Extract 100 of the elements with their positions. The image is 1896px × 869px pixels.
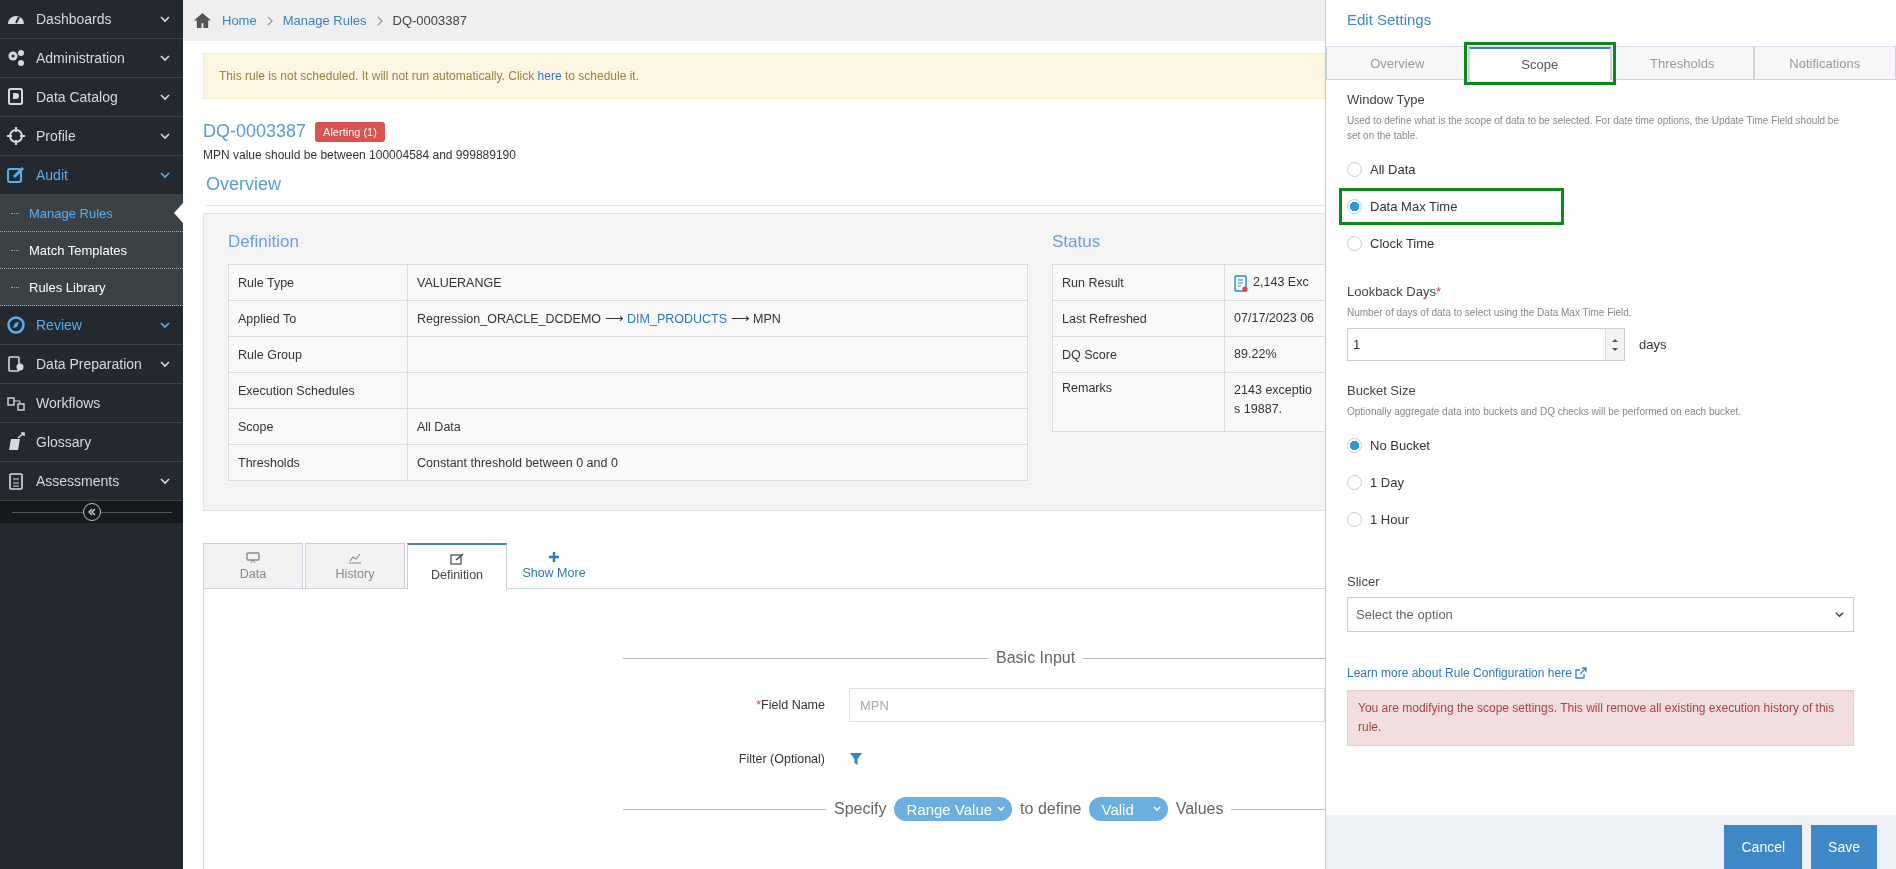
section-description: Used to define what is the scope of data to be selected. For date time options, the Update Time Field should be set on the table. xyxy=(1347,114,1840,143)
table-cell: Rule Type xyxy=(228,264,408,301)
tab[interactable]: Definition xyxy=(407,543,507,590)
panel-title: Edit Settings xyxy=(1347,11,1433,30)
submenu-item[interactable]: Manage Rules xyxy=(0,195,183,232)
gears-icon xyxy=(6,48,26,68)
document-gear-icon xyxy=(6,354,26,374)
table-cell: Execution Schedules xyxy=(228,372,408,409)
table-cell-text: 2143 exceptio s 19887. xyxy=(1234,382,1312,418)
radio-option[interactable]: 1 Day xyxy=(1347,467,1408,498)
clipboard-icon xyxy=(6,471,26,491)
table-cell: Applied To xyxy=(228,300,408,337)
table-cell: Constant threshold between 0 and 0 xyxy=(407,444,1028,481)
table-cell: DQ Score xyxy=(1052,336,1225,373)
plus-icon xyxy=(547,551,561,563)
nav-item[interactable]: Profile xyxy=(0,117,183,156)
edit-icon xyxy=(450,553,464,565)
specify-label: to define xyxy=(1020,800,1082,818)
table-cell: Remarks xyxy=(1052,372,1225,432)
book-arrow-icon xyxy=(6,432,26,452)
help-link[interactable]: Learn more about Rule Configuration here xyxy=(1347,666,1572,680)
warning-message: You are modifying the scope settings. This will remove all existing execution history of this rule. xyxy=(1347,690,1854,747)
data-icon xyxy=(246,551,260,564)
chevron-icon xyxy=(159,130,171,142)
nav-item[interactable]: Glossary xyxy=(0,423,183,462)
table-cell-text: 89.22% xyxy=(1234,346,1277,364)
save-button[interactable]: Save xyxy=(1811,825,1877,869)
rule-description: MPN value should be between 100004584 and 999889190 xyxy=(203,148,517,162)
alerting-badge: Alerting (1) xyxy=(315,121,385,142)
status-heading: Status xyxy=(1052,232,1102,252)
nav-item[interactable]: Review xyxy=(0,306,183,345)
table-cell: Regression_ORACLE_DCDEMO ⟶ DIM_PRODUCTS ⟶ MPN xyxy=(407,300,1028,337)
chevron-icon xyxy=(266,15,273,26)
chevron-icon xyxy=(376,15,383,26)
section-heading: Overview xyxy=(206,174,1325,206)
book-icon xyxy=(6,87,26,107)
table-link[interactable]: DIM_PRODUCTS xyxy=(627,312,728,326)
definition-heading: Definition xyxy=(228,232,300,252)
breadcrumb-link[interactable]: Home xyxy=(222,13,257,28)
radio-option[interactable]: Data Max Time xyxy=(1347,191,1462,222)
schedule-link[interactable]: here xyxy=(537,69,562,83)
breadcrumb-link[interactable]: Manage Rules xyxy=(282,13,367,28)
rule-id: DQ-0003387 xyxy=(203,121,307,142)
section-label: Bucket Size xyxy=(1347,383,1417,398)
table-cell: Scope xyxy=(228,408,408,445)
chevron-icon xyxy=(159,475,171,487)
table-cell: Last Refreshed xyxy=(1052,300,1225,337)
chevron-icon xyxy=(1151,804,1162,814)
table-cell: All Data xyxy=(407,408,1028,445)
specify-label: Values xyxy=(1175,800,1224,818)
chevron-icon xyxy=(159,169,171,181)
radio-option[interactable]: No Bucket xyxy=(1347,430,1434,461)
slicer-dropdown[interactable]: Select the option xyxy=(1347,597,1854,632)
lookback-days-input[interactable]: 1 xyxy=(1347,328,1625,361)
nav-item[interactable]: Workflows xyxy=(0,384,183,423)
table-cell: Rule Group xyxy=(228,336,408,373)
edit-icon xyxy=(6,165,26,185)
crosshair-icon xyxy=(6,126,26,146)
table-cell: Thresholds xyxy=(228,444,408,481)
external-link-icon xyxy=(1574,667,1587,679)
chevron-icon xyxy=(159,358,171,370)
collapse-sidebar-button[interactable] xyxy=(82,503,101,521)
section-legend: Basic Input xyxy=(996,649,1076,667)
chevron-icon xyxy=(1834,609,1845,620)
field-label: Filter (Optional) xyxy=(737,752,826,766)
cancel-button[interactable]: Cancel xyxy=(1724,825,1803,869)
nav-item[interactable]: Administration xyxy=(0,39,183,78)
filter-icon[interactable] xyxy=(849,752,863,766)
nav-item[interactable]: Data Preparation xyxy=(0,345,183,384)
chevron-icon xyxy=(159,52,171,64)
breadcrumb-current: DQ-0003387 xyxy=(392,13,467,28)
unit-label: days xyxy=(1639,337,1667,352)
section-label: Slicer xyxy=(1347,574,1381,589)
radio-option[interactable]: All Data xyxy=(1347,154,1420,185)
chevron-icon xyxy=(159,13,171,25)
chevron-icon xyxy=(159,91,171,103)
field-name-input[interactable]: MPN xyxy=(849,688,1325,722)
submenu-item[interactable]: Match Templates xyxy=(0,232,183,269)
section-label: Window Type xyxy=(1347,92,1426,107)
chevron-icon xyxy=(996,804,1007,814)
submenu-item[interactable]: Rules Library xyxy=(0,269,183,306)
show-more-tab[interactable]: Show More xyxy=(509,543,599,588)
home-icon xyxy=(193,12,212,29)
section-description: Optionally aggregate data into buckets and DQ checks will be performed on each bucket. xyxy=(1347,405,1743,419)
section-description: Number of days of data to select using the Data Max Time Field. xyxy=(1347,306,1633,320)
table-cell: VALUERANGE xyxy=(407,264,1028,301)
radio-option[interactable]: 1 Hour xyxy=(1347,504,1414,535)
field-label: *Field Name xyxy=(755,698,826,712)
table-cell-text: 07/17/2023 06 xyxy=(1234,310,1315,328)
radio-option[interactable]: Clock Time xyxy=(1347,228,1439,259)
chevron-icon xyxy=(159,319,171,331)
specify-label: Specify xyxy=(834,800,887,818)
clipboard-error-icon xyxy=(1234,273,1249,292)
line-chart-icon xyxy=(348,551,362,564)
table-cell: Run Result xyxy=(1052,264,1225,301)
compass-icon xyxy=(6,315,26,335)
table-cell-text: 2,143 Exc xyxy=(1253,274,1309,292)
schedule-notice: This rule is not scheduled. It will not run automatically. Click here to schedule it. xyxy=(203,53,1325,99)
nav-item[interactable]: Data Catalog xyxy=(0,78,183,117)
section-label: Lookback Days* xyxy=(1347,284,1442,299)
